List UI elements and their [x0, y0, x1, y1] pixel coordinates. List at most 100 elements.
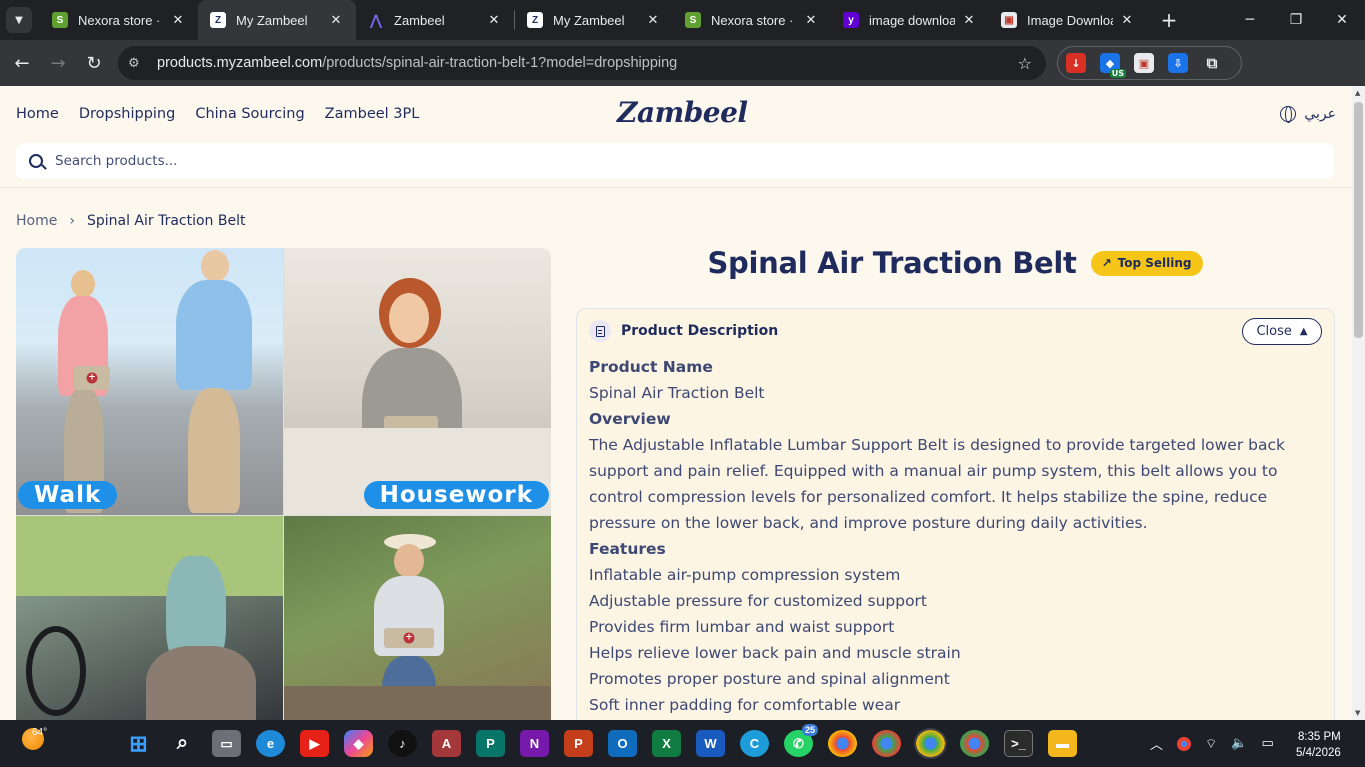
minimize-icon[interactable]: ─	[1227, 0, 1273, 40]
nav-zambeel-3pl[interactable]: Zambeel 3PL	[325, 106, 420, 122]
whatsapp-icon[interactable]: ✆ 25	[784, 724, 818, 757]
search-taskbar-icon[interactable]: ⌕	[168, 730, 197, 757]
browser-tab[interactable]: ⋀ Zambeel ✕	[356, 0, 514, 40]
url-path: /products/spinal-air-traction-belt-1?mod…	[322, 55, 678, 71]
tab-title: Image Downloac	[1027, 12, 1113, 28]
canva-icon[interactable]: C	[740, 730, 769, 757]
chrome-icon[interactable]	[872, 730, 901, 757]
browser-tab[interactable]: ▣ Image Downloac ✕	[989, 0, 1147, 40]
nav-dropshipping[interactable]: Dropshipping	[79, 106, 176, 122]
scroll-up-icon[interactable]: ▲	[1355, 89, 1360, 97]
battery-icon[interactable]: ▭	[1261, 736, 1273, 751]
maximize-icon[interactable]: ❐	[1273, 0, 1319, 40]
scrollbar-thumb[interactable]	[1354, 102, 1363, 338]
close-tab-icon[interactable]: ✕	[645, 12, 661, 28]
overview-heading: Overview	[589, 410, 671, 428]
close-description-button[interactable]: Close ▲	[1242, 318, 1322, 345]
close-tab-icon[interactable]: ✕	[1119, 12, 1135, 28]
close-tab-icon[interactable]: ✕	[486, 12, 502, 28]
extension-badge: US	[1109, 69, 1126, 78]
file-explorer-icon[interactable]: ▬	[1048, 730, 1077, 757]
man-legs	[188, 388, 240, 513]
edge-icon[interactable]: e	[256, 730, 285, 757]
access-icon[interactable]: A	[432, 730, 461, 757]
scroll-down-icon[interactable]: ▼	[1355, 709, 1360, 717]
tab-search-button[interactable]: ▼	[6, 7, 32, 33]
url-text[interactable]: products.myzambeel.com/products/spinal-a…	[157, 55, 677, 71]
pocket-extension-icon[interactable]: ▣	[1134, 53, 1154, 73]
chrome-active-icon[interactable]	[914, 728, 947, 759]
browser-tab[interactable]: S Nexora store · Pr ✕	[40, 0, 198, 40]
close-tab-icon[interactable]: ✕	[170, 12, 186, 28]
save-extension-icon[interactable]: ⇩	[1168, 53, 1188, 73]
nav-china-sourcing[interactable]: China Sourcing	[195, 106, 304, 122]
new-tab-button[interactable]: +	[1155, 8, 1183, 32]
publisher-icon[interactable]: P	[476, 730, 505, 757]
download-extension-icon[interactable]: ↓	[1066, 53, 1086, 73]
search-input[interactable]	[55, 153, 1255, 169]
task-view-icon[interactable]: ▭	[212, 730, 241, 757]
product-image-gallery[interactable]: Walk Housework	[16, 248, 551, 720]
browser-tab[interactable]: S Nexora store · Pr ✕	[673, 0, 831, 40]
chevron-up-icon: ▲	[1299, 326, 1308, 337]
puzzle-extensions-icon[interactable]: ⧉	[1202, 53, 1222, 73]
whatsapp-badge: 25	[801, 724, 818, 736]
show-hidden-icons-icon[interactable]: ︿	[1150, 734, 1163, 753]
driver-body	[146, 646, 256, 720]
zambeel-logo[interactable]: Zambeel	[617, 96, 748, 129]
outlook-icon[interactable]: O	[608, 730, 637, 757]
site-info-icon[interactable]: ⚙	[128, 56, 150, 71]
browser-tab[interactable]: y image downloac ✕	[831, 0, 989, 40]
browser-tab[interactable]: Z My Zambeel ✕	[515, 0, 673, 40]
close-tab-icon[interactable]: ✕	[961, 12, 977, 28]
word-icon[interactable]: W	[696, 730, 725, 757]
product-image-driving	[16, 516, 283, 720]
excel-icon[interactable]: X	[652, 730, 681, 757]
address-bar[interactable]: ⚙ products.myzambeel.com/products/spinal…	[118, 46, 1046, 80]
window-controls: ─ ❐ ✕	[1227, 0, 1365, 40]
powerpoint-icon[interactable]: P	[564, 730, 593, 757]
nav-home[interactable]: Home	[16, 106, 59, 122]
arrow-left-icon: ←	[14, 52, 30, 74]
close-tab-icon[interactable]: ✕	[803, 12, 819, 28]
yahoo-favicon-icon: y	[843, 12, 859, 28]
extensions-area: ↓ ◆ US ▣ ⇩ ⧉	[1057, 46, 1242, 80]
page-scrollbar[interactable]: ▲ ▼	[1352, 86, 1365, 720]
chrome-tray-icon[interactable]	[1177, 736, 1192, 751]
forward-button[interactable]: →	[40, 45, 76, 81]
tab-strip: S Nexora store · Pr ✕ Z My Zambeel ✕ ⋀ Z…	[40, 0, 1183, 40]
product-description-panel: Product Description Close ▲ Product Name…	[576, 308, 1335, 720]
zambeel-favicon-icon: Z	[210, 12, 226, 28]
bookmark-star-icon[interactable]: ☆	[1018, 54, 1032, 73]
reload-button[interactable]: ↻	[76, 45, 112, 81]
language-switcher[interactable]: عربي	[1280, 106, 1336, 123]
tab-title: My Zambeel	[553, 12, 625, 28]
windows-start-icon[interactable]: ⊞	[124, 730, 153, 757]
chrome-profile-m-icon[interactable]	[828, 730, 857, 757]
features-heading: Features	[589, 540, 666, 558]
feature-item: Provides firm lumbar and waist support	[589, 618, 895, 636]
close-tab-icon[interactable]: ✕	[328, 12, 344, 28]
vpn-extension-icon[interactable]: ◆ US	[1100, 53, 1126, 78]
onenote-icon[interactable]: N	[520, 730, 549, 757]
tiktok-icon[interactable]: ♪	[388, 730, 417, 757]
chrome-profile-icon[interactable]	[960, 730, 989, 757]
terminal-icon[interactable]: >_	[1004, 730, 1033, 757]
description-heading: Product Description	[621, 323, 779, 339]
close-window-icon[interactable]: ✕	[1319, 0, 1365, 40]
breadcrumb-home[interactable]: Home	[16, 213, 57, 229]
zambeel-alt-favicon-icon: ⋀	[370, 11, 382, 28]
label-housework: Housework	[363, 481, 549, 509]
volume-icon[interactable]: 🔈	[1231, 736, 1247, 751]
copilot-icon[interactable]: ◆	[344, 730, 373, 757]
browser-tab-active[interactable]: Z My Zambeel ✕	[198, 0, 356, 40]
arrow-right-icon: →	[50, 52, 66, 74]
back-button[interactable]: ←	[4, 45, 40, 81]
youtube-icon[interactable]: ▶	[300, 730, 329, 757]
woman-head	[71, 270, 95, 298]
product-image-housework: Housework	[284, 248, 551, 515]
browser-toolbar: ← → ↻ ⚙ products.myzambeel.com/products/…	[0, 40, 1365, 114]
wifi-icon[interactable]: ⌔	[1205, 736, 1217, 752]
feature-item: Adjustable pressure for customized suppo…	[589, 592, 928, 610]
taskbar-clock[interactable]: 8:35 PM 5/4/2026	[1296, 729, 1341, 761]
